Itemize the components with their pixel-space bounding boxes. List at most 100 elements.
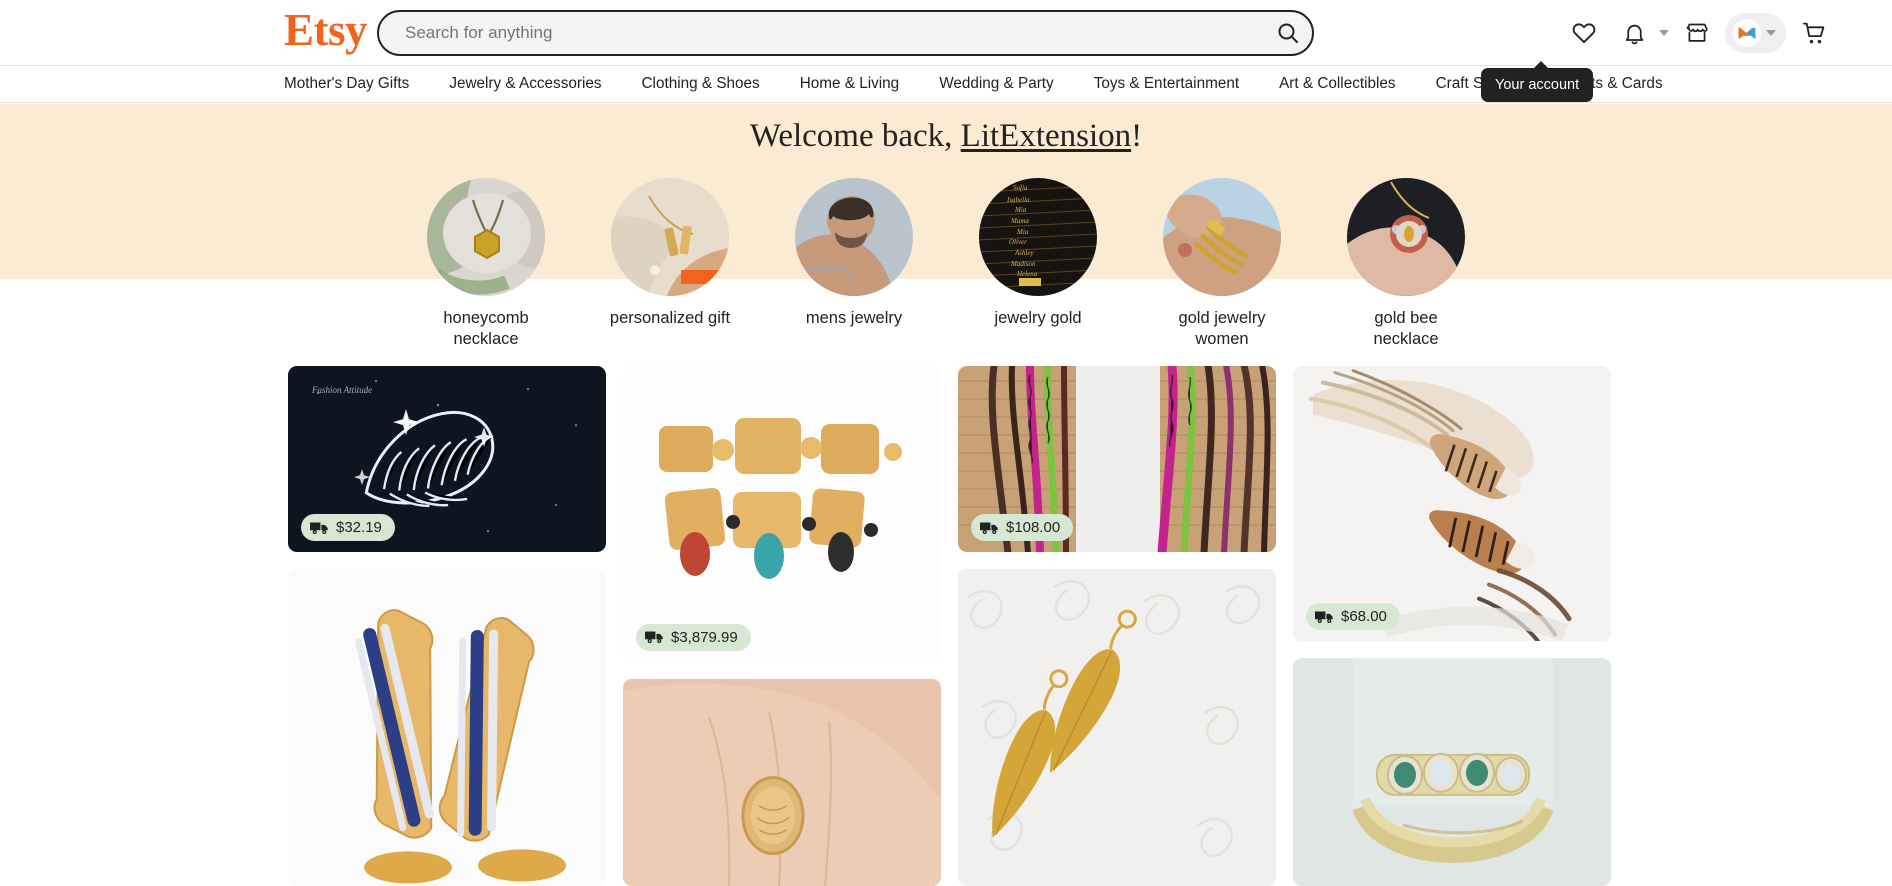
category-label: jewelry gold	[994, 309, 1082, 327]
account-avatar-button[interactable]	[1725, 13, 1786, 53]
listing-card-emerald-diamond-ring[interactable]	[1293, 658, 1611, 886]
free-shipping-truck-icon	[310, 522, 328, 534]
etsy-logo[interactable]: Etsy	[284, 8, 368, 53]
search-icon	[1278, 23, 1298, 43]
listing-image	[1293, 366, 1611, 642]
svg-text:Helena: Helena	[1016, 270, 1038, 278]
listing-image	[623, 366, 941, 662]
nav-item-jewelry-accessories[interactable]: Jewelry & Accessories	[449, 75, 601, 93]
personalized-gift-image	[611, 178, 729, 296]
storefront-icon	[1686, 23, 1708, 42]
listing-card-gold-signet-ring[interactable]	[623, 678, 941, 886]
category-gold-jewelry-women[interactable]: gold jewelry women	[1160, 178, 1285, 349]
price-text: $68.00	[1341, 608, 1387, 626]
category-thumbnail	[795, 178, 913, 296]
grid-column: $108.00	[958, 366, 1276, 886]
price-text: $32.19	[336, 519, 382, 537]
free-shipping-truck-icon	[1315, 611, 1333, 623]
svg-text:Mia: Mia	[1016, 228, 1029, 236]
svg-text:Isabella: Isabella	[1006, 196, 1030, 204]
welcome-prefix: Welcome back,	[749, 118, 961, 154]
listing-card-natural-feather-pack[interactable]: $68.00	[1293, 366, 1611, 642]
svg-text:Fashion Attitude: Fashion Attitude	[311, 385, 372, 395]
nav-item-mothers-day-gifts[interactable]: Mother's Day Gifts	[284, 75, 409, 93]
category-gold-bee-necklace[interactable]: gold bee necklace	[1344, 178, 1469, 349]
jewelry-gold-image: Sofia Isabella Mia Mama Mia Oliver Ashley Mad…	[979, 178, 1097, 296]
shopping-cart-icon	[1802, 22, 1824, 43]
nav-item-toys-entertainment[interactable]: Toys & Entertainment	[1094, 75, 1239, 93]
favorites-icon[interactable]	[1562, 11, 1606, 55]
category-personalized-gift[interactable]: personalized gift	[608, 178, 733, 349]
mens-jewelry-image	[795, 178, 913, 296]
grid-column: $68.00	[1293, 366, 1611, 886]
svg-text:Mia: Mia	[1014, 206, 1027, 214]
listing-card-gold-gemstone-bracelet[interactable]: $3,879.99	[623, 366, 941, 662]
listing-card-diamond-feather-brooch[interactable]: Fashion Attitude $32.19	[288, 366, 606, 553]
avatar	[1733, 19, 1761, 47]
category-nav: Mother's Day Gifts Jewelry & Accessories…	[0, 66, 1892, 103]
welcome-suffix: !	[1131, 118, 1143, 154]
category-jewelry-gold[interactable]: Sofia Isabella Mia Mama Mia Oliver Ashley Mad…	[976, 178, 1101, 349]
listing-grid: Fashion Attitude $32.19 $3,879.99 $108.0…	[288, 366, 1618, 886]
price-badge: $32.19	[301, 514, 395, 542]
category-thumbnail: Sofia Isabella Mia Mama Mia Oliver Ashley Mad…	[979, 178, 1097, 296]
notifications-icon[interactable]	[1612, 11, 1656, 55]
category-shortcuts: honeycomb necklace personalized gift men…	[0, 178, 1892, 349]
nav-item-wedding-party[interactable]: Wedding & Party	[939, 75, 1054, 93]
category-label: mens jewelry	[805, 309, 903, 327]
litextension-logo-icon	[1733, 19, 1761, 47]
header-icon-group	[1562, 0, 1836, 66]
free-shipping-truck-icon	[645, 631, 663, 644]
listing-card-sapphire-gold-earrings[interactable]	[288, 569, 606, 886]
grid-column: Fashion Attitude $32.19	[288, 366, 606, 886]
listing-image	[623, 678, 941, 886]
svg-text:Madison: Madison	[1010, 260, 1036, 268]
honeycomb-necklace-image	[427, 178, 545, 296]
welcome-message: Welcome back, LitExtension!	[0, 118, 1892, 155]
shop-manager-icon[interactable]	[1675, 11, 1719, 55]
category-thumbnail	[1347, 178, 1465, 296]
category-label: honeycomb necklace	[443, 309, 529, 348]
price-text: $108.00	[1006, 519, 1061, 537]
gold-bee-necklace-image	[1347, 178, 1465, 296]
chevron-down-icon	[1766, 30, 1776, 36]
site-header: Etsy	[0, 0, 1892, 66]
category-label: personalized gift	[609, 309, 731, 327]
listing-image	[288, 569, 606, 886]
category-label: gold jewelry women	[1178, 309, 1266, 348]
account-tooltip: Your account	[1481, 61, 1594, 102]
heart-icon	[1572, 23, 1596, 44]
category-thumbnail	[611, 178, 729, 296]
svg-text:Oliver: Oliver	[1009, 238, 1027, 246]
category-thumbnail	[427, 178, 545, 296]
gold-jewelry-women-image	[1163, 178, 1281, 296]
category-honeycomb-necklace[interactable]: honeycomb necklace	[424, 178, 549, 349]
notifications-button[interactable]	[1612, 11, 1669, 55]
svg-text:Mama: Mama	[1010, 217, 1029, 225]
listing-image	[958, 569, 1276, 886]
free-shipping-truck-icon	[980, 522, 998, 534]
listing-image	[1293, 658, 1611, 886]
listing-card-gold-feather-earrings[interactable]	[958, 569, 1276, 886]
bell-icon	[1625, 24, 1643, 44]
nav-item-clothing-shoes[interactable]: Clothing & Shoes	[642, 75, 760, 93]
username-link[interactable]: LitExtension	[961, 118, 1131, 154]
search-button[interactable]	[1270, 15, 1306, 51]
price-badge: $68.00	[1306, 603, 1400, 631]
category-thumbnail	[1163, 178, 1281, 296]
nav-item-art-collectibles[interactable]: Art & Collectibles	[1279, 75, 1395, 93]
category-label: gold bee necklace	[1373, 309, 1439, 348]
category-mens-jewelry[interactable]: mens jewelry	[792, 178, 917, 349]
svg-text:Ashley: Ashley	[1014, 249, 1035, 257]
price-text: $3,879.99	[671, 628, 738, 646]
grid-column: $3,879.99	[623, 366, 941, 886]
price-badge: $3,879.99	[636, 623, 751, 651]
nav-item-home-living[interactable]: Home & Living	[800, 75, 899, 93]
search-bar	[377, 10, 1314, 56]
search-input[interactable]	[377, 10, 1314, 56]
svg-text:Sofia: Sofia	[1013, 184, 1028, 192]
listing-card-feather-hair-extensions[interactable]: $108.00	[958, 366, 1276, 553]
chevron-down-icon	[1659, 30, 1669, 36]
price-badge: $108.00	[971, 514, 1074, 542]
cart-icon[interactable]	[1792, 11, 1836, 55]
